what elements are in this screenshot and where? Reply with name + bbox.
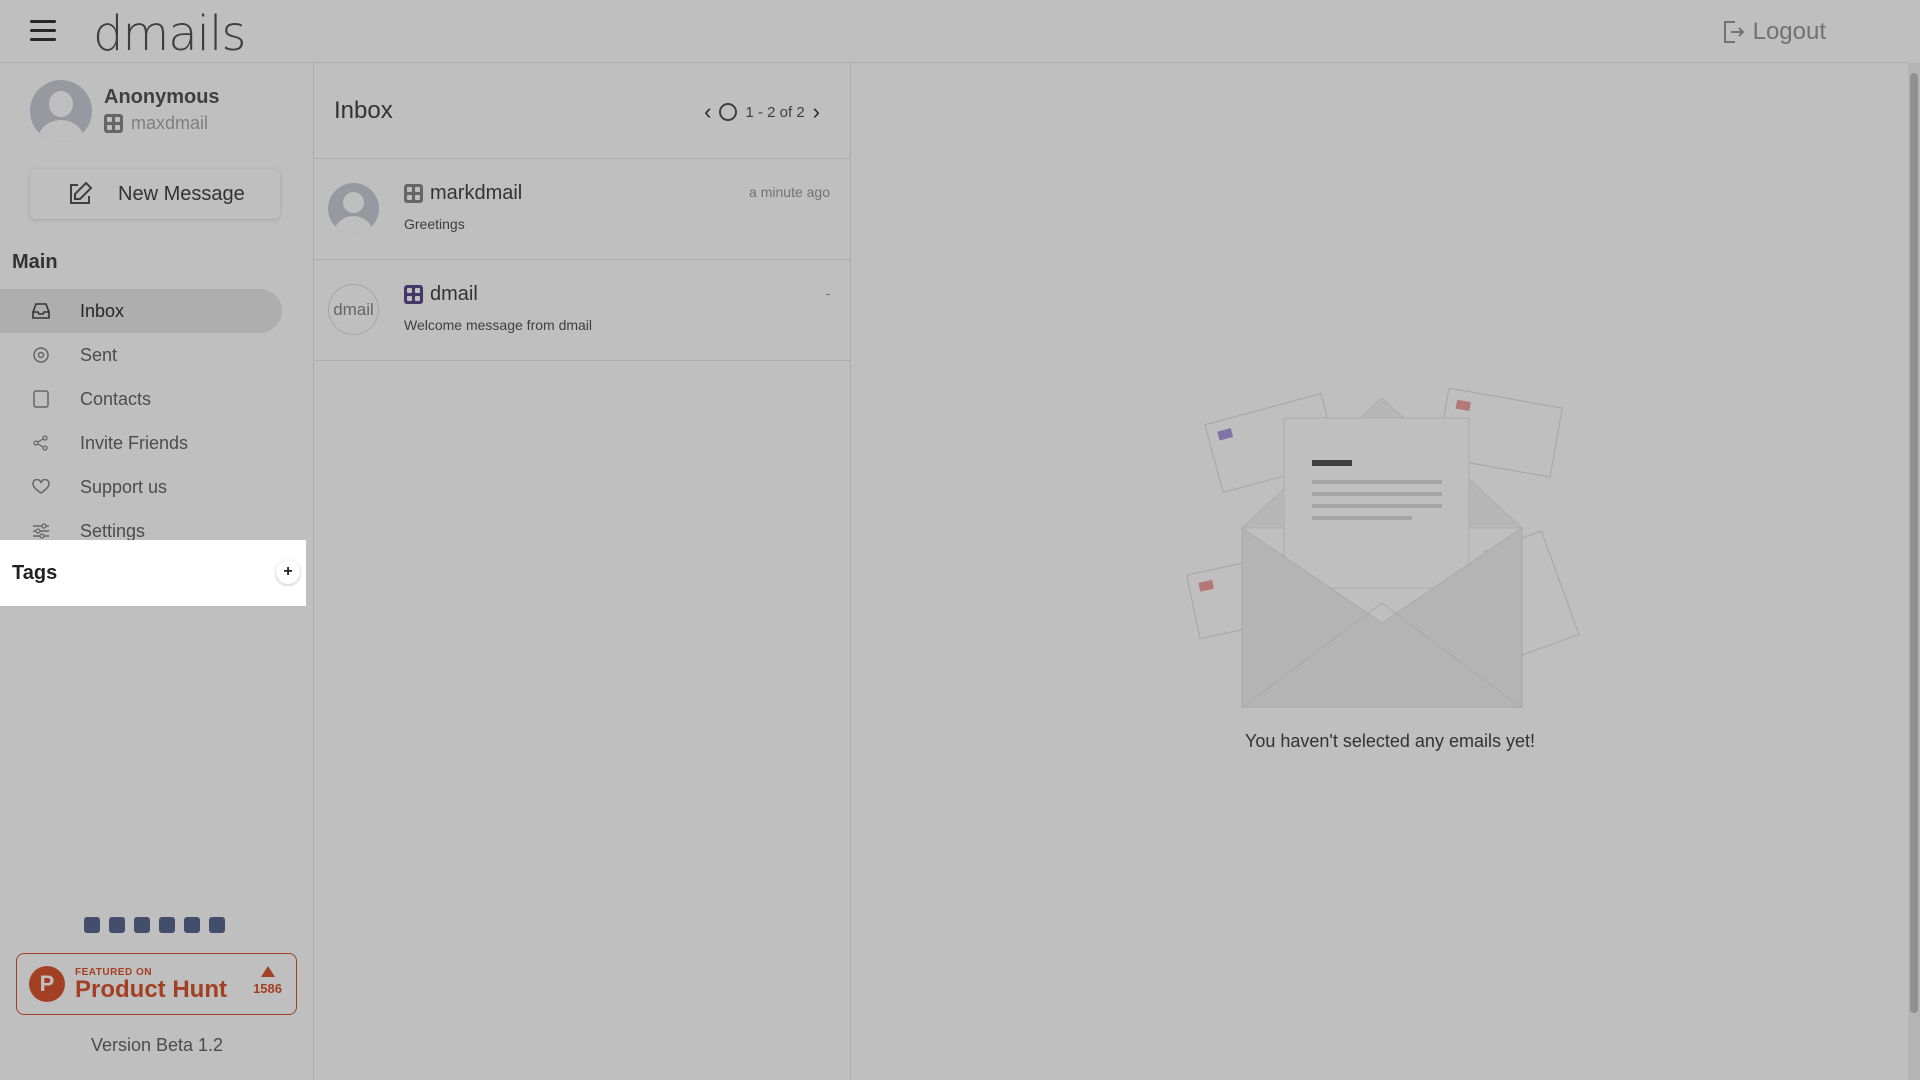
product-hunt-votes: 1586: [253, 966, 282, 996]
scrollbar[interactable]: [1908, 63, 1920, 1080]
message-sender: dmail: [430, 283, 478, 305]
youtube-icon[interactable]: [209, 917, 225, 933]
menu-icon[interactable]: [30, 20, 56, 42]
avatar: [30, 80, 92, 142]
share-icon: [30, 435, 52, 451]
heart-icon: [30, 479, 52, 495]
reddit-icon[interactable]: [109, 917, 125, 933]
message-preview: Welcome message from dmail: [404, 317, 593, 333]
pagination-label: 1 - 2 of 2: [745, 103, 805, 121]
chip-icon: [104, 114, 123, 133]
product-hunt-logo-icon: P: [29, 966, 65, 1002]
page-title: Inbox: [334, 97, 393, 124]
tags-section: Tags +: [0, 540, 306, 606]
sidebar-item-sent[interactable]: Sent: [0, 333, 282, 377]
message-time: a minute ago: [749, 184, 830, 200]
main-section-title: Main: [12, 251, 58, 273]
profile-name: Anonymous: [104, 86, 220, 108]
logout-label: Logout: [1752, 18, 1826, 45]
product-hunt-name: Product Hunt: [75, 975, 227, 1003]
chevron-right-icon[interactable]: ›: [813, 99, 820, 125]
profile-handle: maxdmail: [131, 113, 209, 133]
sidebar-item-label: Inbox: [80, 300, 125, 321]
message-sender: markdmail: [430, 182, 523, 204]
sent-icon: [30, 346, 52, 364]
refresh-icon[interactable]: [719, 103, 738, 121]
empty-mailbox-illustration: [1185, 388, 1580, 708]
upvote-icon: [260, 966, 275, 977]
list-item[interactable]: dmail dmail Welcome message from dmail -: [315, 260, 850, 361]
social-links: [84, 917, 225, 933]
sidebar-item-label: Support us: [80, 476, 168, 497]
version-label: Version Beta 1.2: [90, 1035, 224, 1055]
new-message-button[interactable]: New Message: [30, 169, 280, 219]
sidebar-item-contacts[interactable]: Contacts: [0, 377, 282, 421]
new-message-label: New Message: [118, 182, 245, 205]
main-nav: Inbox Sent Contacts Invite Friends Suppo…: [0, 289, 282, 553]
sidebar-item-label: Contacts: [80, 388, 152, 409]
list-header: Inbox ‹ 1 - 2 of 2 ›: [315, 63, 850, 159]
vote-count: 1586: [253, 981, 282, 996]
logout-icon: [1723, 21, 1745, 43]
sidebar-item-invite-friends[interactable]: Invite Friends: [0, 421, 282, 465]
contacts-icon: [30, 390, 52, 408]
avatar: [328, 183, 379, 234]
empty-state-text: You haven't selected any emails yet!: [1245, 731, 1535, 751]
sidebar-item-label: Settings: [80, 520, 146, 541]
message-list: Inbox ‹ 1 - 2 of 2 › markdmail Greetings…: [315, 63, 851, 1080]
reading-pane: You haven't selected any emails yet!: [872, 63, 1908, 1080]
chevron-left-icon[interactable]: ‹: [704, 99, 711, 125]
pagination: ‹ 1 - 2 of 2 ›: [704, 99, 820, 125]
twitter-icon[interactable]: [84, 917, 100, 933]
compose-icon: [70, 181, 93, 204]
dmail-avatar-icon: dmail: [328, 284, 379, 335]
message-time: -: [825, 285, 830, 301]
instagram-icon[interactable]: [159, 917, 175, 933]
add-tag-button[interactable]: +: [276, 560, 300, 584]
top-bar: dmails Logout: [0, 0, 1908, 63]
sidebar-item-label: Invite Friends: [80, 432, 189, 453]
medium-icon[interactable]: [184, 917, 200, 933]
app-logo[interactable]: dmails: [93, 6, 246, 62]
inbox-icon: [30, 303, 52, 319]
message-preview: Greetings: [404, 216, 465, 232]
sidebar-item-support-us[interactable]: Support us: [0, 465, 282, 509]
user-profile: Anonymous maxdmail: [30, 80, 220, 142]
tags-title: Tags: [12, 562, 58, 584]
chip-icon: [404, 285, 423, 304]
facebook-icon[interactable]: [134, 917, 150, 933]
sidebar-item-label: Sent: [80, 344, 118, 365]
list-item[interactable]: markdmail Greetings a minute ago: [315, 159, 850, 260]
chip-icon: [404, 184, 423, 203]
sliders-icon: [30, 523, 52, 539]
sidebar-item-inbox[interactable]: Inbox: [0, 289, 282, 333]
product-hunt-badge[interactable]: P FEATURED ON Product Hunt 1586: [16, 953, 297, 1015]
logout-button[interactable]: Logout: [1721, 18, 1826, 46]
